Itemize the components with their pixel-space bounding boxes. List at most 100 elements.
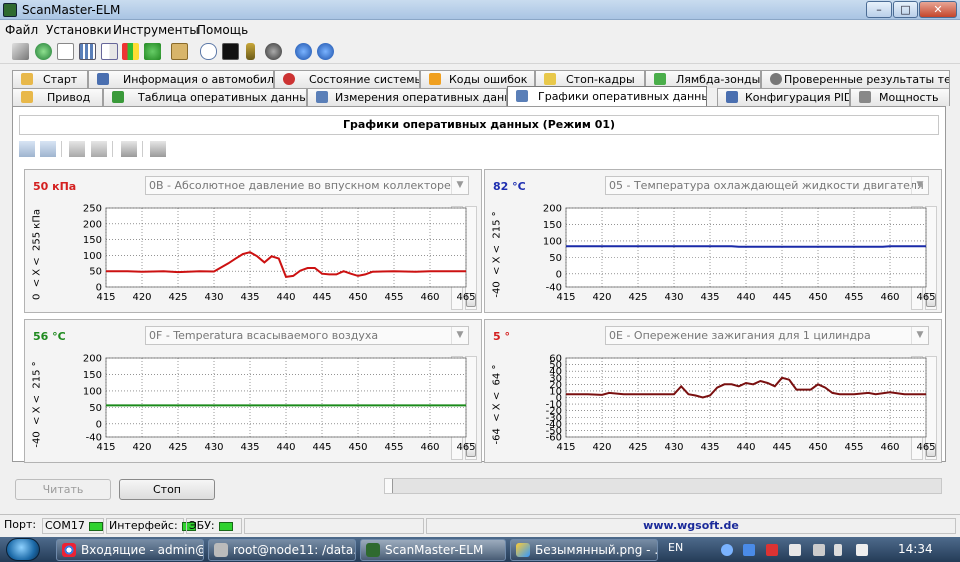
skype-icon[interactable] [721, 544, 733, 556]
tab-test-results[interactable]: Проверенные результаты теста [761, 70, 950, 88]
add-graph-icon[interactable] [19, 141, 35, 157]
website-link[interactable]: www.wgsoft.de [426, 518, 956, 534]
tab-live-data-table[interactable]: Таблица оперативных данных [103, 88, 307, 106]
y-range-label: 0 < X < 255 кПа [31, 209, 43, 301]
x-tick-label: 435 [700, 292, 719, 303]
power-icon [859, 91, 871, 103]
chart-icon [516, 90, 528, 102]
grid-icon[interactable] [79, 43, 96, 60]
tab-drive[interactable]: Привод [12, 88, 103, 106]
close-button[interactable]: ✕ [919, 1, 957, 18]
chart-icon[interactable] [101, 43, 118, 60]
tab-live-graphs[interactable]: Графики оперативных данных [507, 86, 707, 106]
wrench-icon[interactable] [12, 43, 29, 60]
disc-icon[interactable] [265, 43, 282, 60]
print-icon[interactable] [150, 141, 166, 157]
y-tick-label: -40 [546, 283, 562, 294]
x-tick-label: 465 [916, 442, 935, 453]
y-tick-label: 100 [83, 386, 102, 397]
tab-label: Состояние системы [309, 73, 420, 86]
menu-settings[interactable]: Установки [46, 23, 112, 37]
y-range-label: -64 < X < 64 ° [491, 364, 503, 445]
y-tick-label: 100 [543, 236, 562, 247]
x-tick-label: 445 [312, 442, 331, 453]
tab-system-status[interactable]: Состояние системы [274, 70, 420, 88]
tab-label: Конфигурация PID [745, 91, 850, 104]
tab-pid-config[interactable]: Конфигурация PID [717, 88, 850, 106]
menu-tools[interactable]: Инструменты [113, 23, 199, 37]
taskbar-item-paint[interactable]: Безымянный.png - ... [510, 539, 658, 561]
save-icon[interactable] [91, 141, 107, 157]
x-tick-label: 420 [132, 442, 151, 453]
interface-field: Интерфейс: [106, 518, 196, 534]
terminal-icon[interactable] [222, 43, 239, 60]
tray-flag-icon[interactable] [789, 544, 801, 556]
question-icon[interactable] [317, 43, 334, 60]
x-tick-label: 415 [556, 292, 575, 303]
ecu-icon[interactable] [122, 43, 139, 60]
print-preview-icon[interactable] [121, 141, 137, 157]
tab-start[interactable]: Старт [12, 70, 88, 88]
tray-app-icon[interactable] [766, 544, 778, 556]
clock[interactable]: 14:34 [898, 542, 933, 556]
pid-select[interactable]: 0F - Temperatura всасываемого воздуха ▼ [145, 326, 469, 345]
port-field: COM17 [42, 518, 104, 534]
language-indicator[interactable]: EN [668, 541, 683, 554]
tab-power[interactable]: Мощность [850, 88, 950, 106]
pid-select[interactable]: 05 - Температура охлаждающей жидкости дв… [605, 176, 929, 195]
y-tick-label: 200 [83, 354, 102, 365]
menu-bar: Файл Установки Инструменты Помощь [0, 20, 960, 40]
toolbar-separator [142, 141, 143, 157]
scrollbar-thumb[interactable] [385, 479, 393, 493]
port-led-icon [88, 521, 103, 531]
bluetooth-icon[interactable] [743, 544, 755, 556]
tab-vehicle-info[interactable]: Информация о автомобиле [88, 70, 274, 88]
tab-label: Проверенные результаты теста [784, 73, 950, 86]
title-bar[interactable]: ScanMaster-ELM – □ ✕ [0, 0, 960, 20]
tab-label: Графики оперативных данных [538, 90, 707, 103]
remove-graph-icon[interactable] [40, 141, 56, 157]
clipboard-icon[interactable] [171, 43, 188, 60]
y-range-label: -40 < X < 215 ° [491, 211, 503, 298]
x-tick-label: 445 [312, 292, 331, 303]
tab-label: Информация о автомобиле [123, 73, 274, 86]
pid-select[interactable]: 0E - Опережение зажигания для 1 цилиндра… [605, 326, 929, 345]
pid-select-value: 0B - Абсолютное давление во впускном кол… [149, 179, 451, 192]
document-icon[interactable] [57, 43, 74, 60]
read-button[interactable]: Читать [15, 479, 111, 500]
taskbar-label: Безымянный.png - ... [535, 543, 658, 557]
battery-icon[interactable] [246, 43, 255, 60]
tab-live-measurements[interactable]: Измерения оперативных данных [307, 88, 507, 106]
open-icon[interactable] [69, 141, 85, 157]
menu-help[interactable]: Помощь [197, 23, 248, 37]
window-title: ScanMaster-ELM [22, 3, 121, 17]
x-tick-label: 425 [168, 292, 187, 303]
globe-icon[interactable] [35, 43, 52, 60]
taskbar-item-scanmaster[interactable]: ScanMaster-ELM [360, 539, 506, 561]
comment-icon[interactable] [200, 43, 217, 60]
taskbar-label: Входящие - admin@... [81, 543, 203, 557]
current-value: 56 °C [33, 330, 66, 343]
tab-row-1: Старт Информация о автомобиле Состояние … [12, 70, 950, 88]
tray-device-icon[interactable] [813, 544, 825, 556]
taskbar-item-chrome[interactable]: Входящие - admin@... [56, 539, 204, 561]
battery-icon[interactable] [834, 544, 842, 556]
x-tick-label: 450 [348, 292, 367, 303]
ecu-label: ЭБУ: [189, 519, 215, 532]
table-icon [112, 91, 124, 103]
timeline-scrollbar[interactable] [384, 478, 942, 494]
start-button[interactable] [6, 538, 40, 561]
volume-icon[interactable] [856, 544, 868, 556]
current-value: 82 °C [493, 180, 526, 193]
maximize-button[interactable]: □ [893, 1, 918, 18]
pid-select-value: 0F - Temperatura всасываемого воздуха [149, 329, 379, 342]
plug-icon[interactable] [144, 43, 161, 60]
info-icon[interactable] [295, 43, 312, 60]
taskbar-item-terminal[interactable]: root@node11: /data... [208, 539, 356, 561]
minimize-button[interactable]: – [866, 1, 892, 18]
x-tick-label: 440 [736, 292, 755, 303]
pid-select-value: 0E - Опережение зажигания для 1 цилиндра [609, 329, 871, 342]
pid-select[interactable]: 0B - Абсолютное давление во впускном кол… [145, 176, 469, 195]
stop-button[interactable]: Стоп [119, 479, 215, 500]
menu-file[interactable]: Файл [5, 23, 38, 37]
